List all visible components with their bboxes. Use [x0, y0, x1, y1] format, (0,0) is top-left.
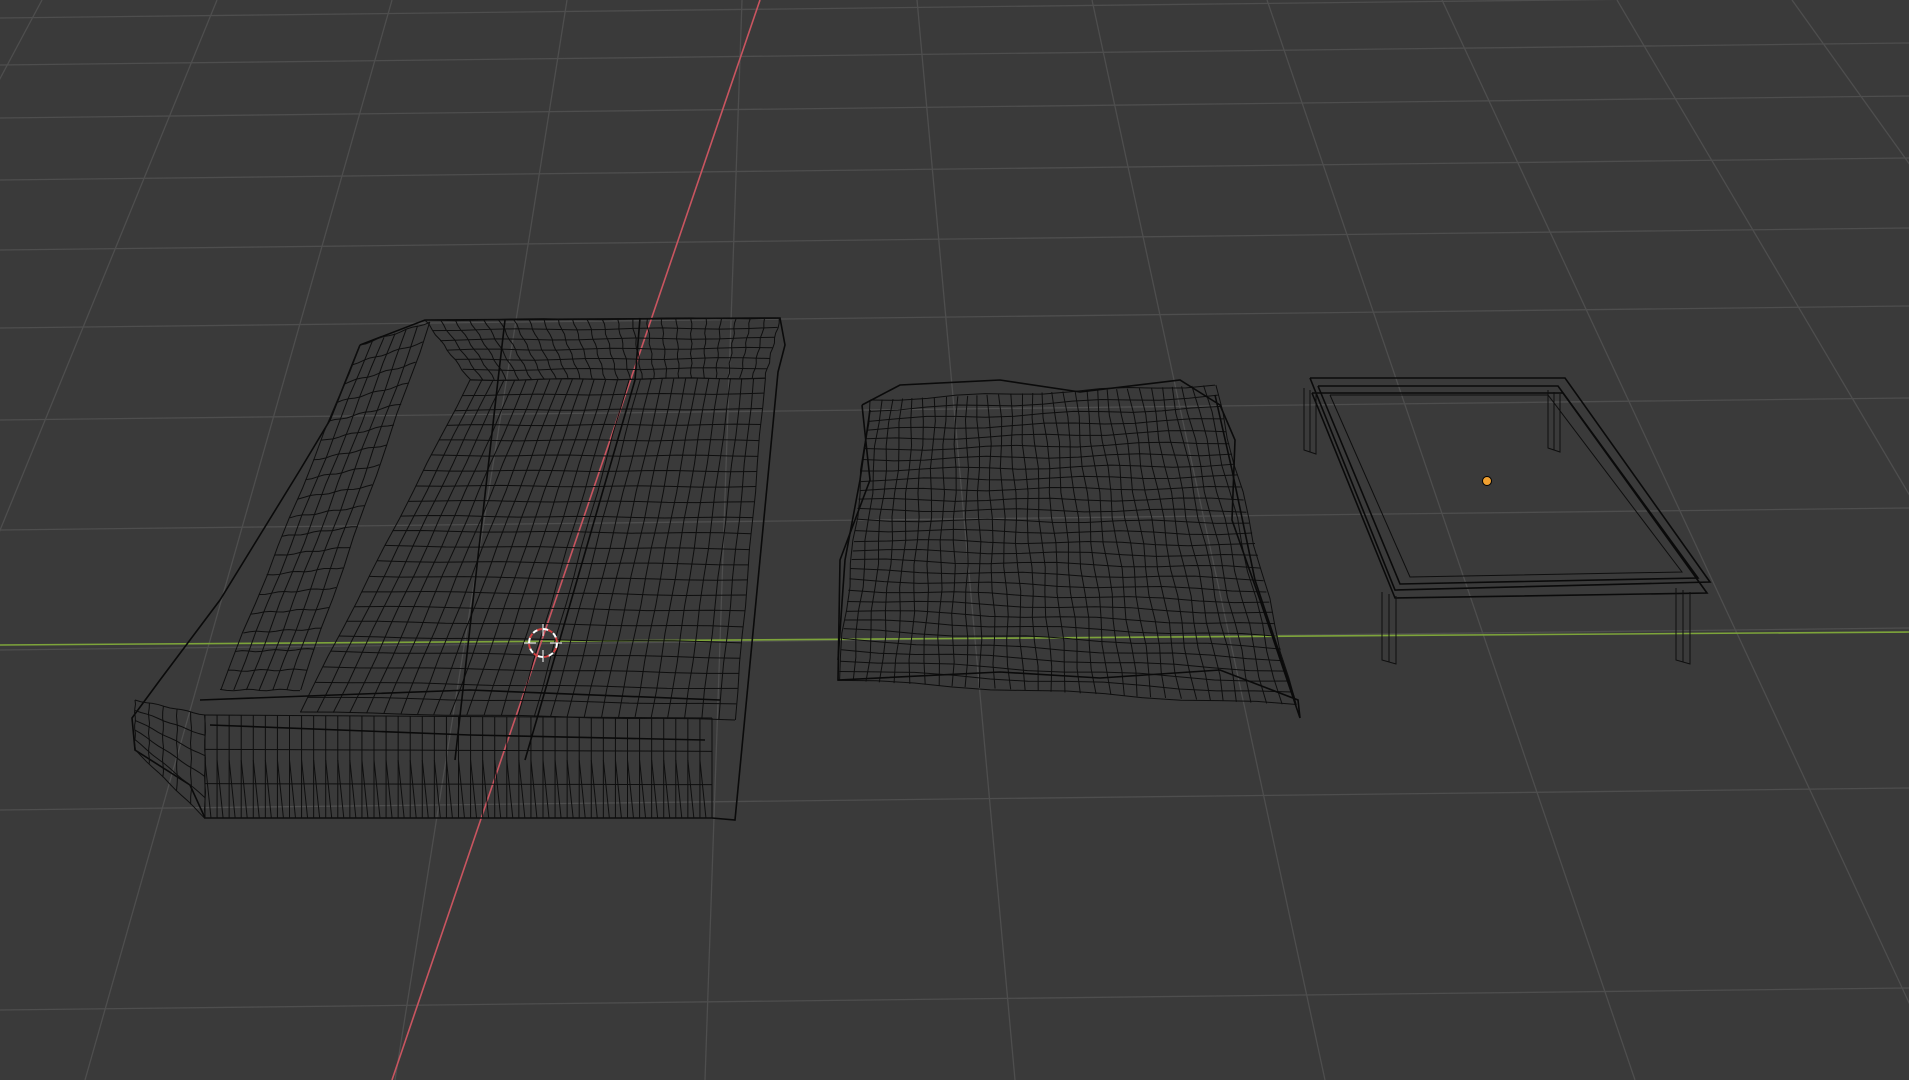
grid-line [0, 227, 1909, 251]
grid-line [1616, 0, 1909, 496]
3d-cursor-icon[interactable] [524, 624, 562, 662]
grid-line [0, 987, 1909, 1011]
grid-line [0, 305, 1909, 329]
grid-line [0, 42, 1909, 66]
blanket-wireframe[interactable] [837, 379, 1301, 719]
grid-line [0, 0, 43, 81]
grid-line [394, 0, 568, 1080]
3d-viewport[interactable] [0, 0, 1909, 1080]
grid-line [0, 787, 1909, 811]
grid-line [1091, 0, 1326, 1080]
y-axis-line [0, 631, 1909, 646]
grid-line [1791, 0, 1909, 165]
grid-line [84, 0, 393, 1080]
grid-line [0, 157, 1909, 181]
object-origin-dot[interactable] [1482, 476, 1492, 486]
grid-line [0, 95, 1909, 119]
coffee-table-wireframe[interactable] [1303, 377, 1712, 665]
x-axis-line [391, 0, 761, 1080]
grid-line [0, 0, 218, 532]
viewport-scene[interactable] [0, 0, 1909, 1080]
